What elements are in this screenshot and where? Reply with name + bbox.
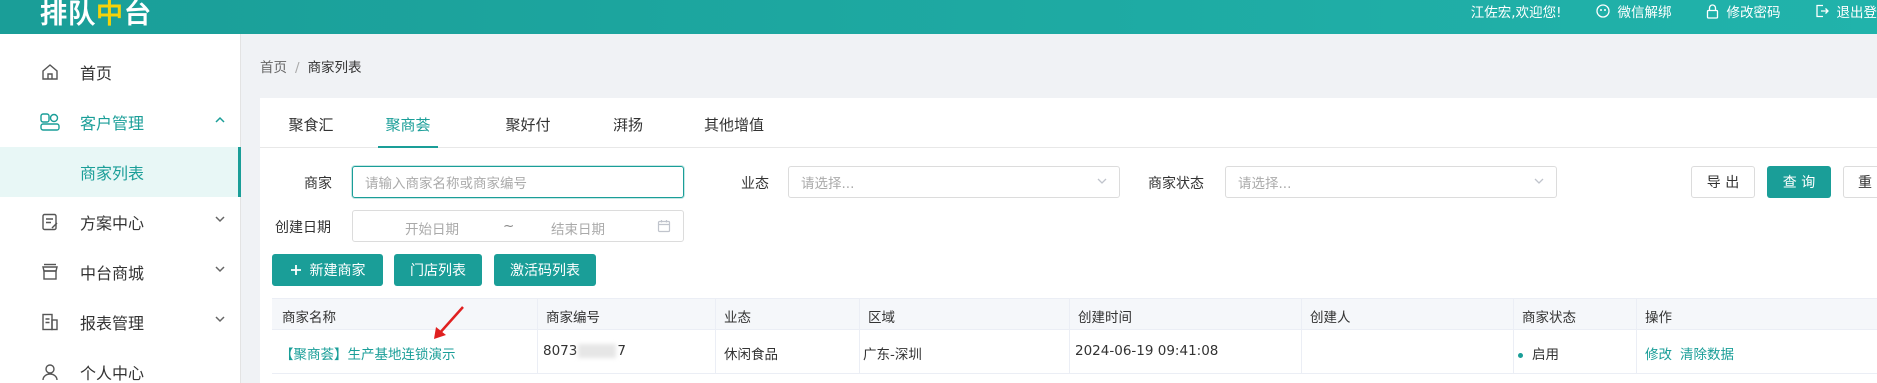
- column-header: 创建时间: [1078, 310, 1132, 326]
- breadcrumb-current: 商家列表: [307, 60, 362, 76]
- customers-icon: [40, 112, 60, 132]
- top-right-actions: 江佐宏,欢迎您! 微信解绑 修改密码 退出登: [1437, 0, 1877, 22]
- wechat-icon: [1595, 4, 1610, 18]
- row-actions: 修改 清除数据: [1645, 343, 1742, 363]
- export-button[interactable]: 导 出: [1691, 166, 1755, 198]
- sidebar: 首页 客户管理 商家列表 方案中心 中台商城 报表管理 个人中心: [0, 34, 241, 383]
- sidebar-item-plan-center[interactable]: 方案中心: [0, 197, 241, 247]
- logout-icon: [1815, 4, 1829, 18]
- breadcrumb-home[interactable]: 首页: [260, 60, 287, 76]
- edit-link[interactable]: 修改: [1645, 347, 1672, 363]
- sidebar-item-reports[interactable]: 报表管理: [0, 297, 241, 347]
- tab-bar: 聚食汇 聚商荟 聚好付 湃扬 其他增值: [260, 110, 1877, 148]
- store-icon: [40, 262, 60, 282]
- main-panel: 聚食汇 聚商荟 聚好付 湃扬 其他增值 商家 请输入商家名称或商家编号 业态 请…: [260, 98, 1877, 383]
- business-label: 业态: [741, 176, 769, 192]
- tab-paiyang[interactable]: 湃扬: [612, 110, 644, 148]
- reset-button[interactable]: 重: [1843, 166, 1877, 198]
- sidebar-item-home[interactable]: 首页: [0, 47, 241, 97]
- home-icon: [40, 62, 60, 82]
- top-bar: 排队中台 江佐宏,欢迎您! 微信解绑 修改密码 退出登: [0, 0, 1877, 34]
- chevron-down-icon: [215, 316, 225, 323]
- tab-juhaofu[interactable]: 聚好付: [505, 110, 551, 148]
- status-select[interactable]: 请选择...: [1225, 166, 1557, 198]
- chevron-down-icon: [215, 266, 225, 273]
- new-merchant-button[interactable]: 新建商家: [272, 254, 383, 286]
- breadcrumb: 首页 / 商家列表: [260, 56, 362, 76]
- sidebar-item-profile[interactable]: 个人中心: [0, 347, 241, 383]
- redacted-blur: [578, 344, 617, 358]
- column-header: 商家编号: [546, 310, 600, 326]
- sidebar-item-merchant-list[interactable]: 商家列表: [0, 147, 241, 197]
- tab-other-services[interactable]: 其他增值: [703, 110, 765, 148]
- calendar-icon: [657, 220, 671, 233]
- business-type: 休闲食品: [724, 347, 778, 363]
- status-dot: [1518, 352, 1523, 358]
- business-select[interactable]: 请选择...: [788, 166, 1120, 198]
- user-icon: [40, 362, 60, 382]
- activation-code-list-button[interactable]: 激活码列表: [494, 254, 596, 286]
- tab-jushihui[interactable]: 聚食汇: [288, 110, 334, 148]
- created-time: 2024-06-19 09:41:08: [1075, 343, 1219, 359]
- query-button[interactable]: 查 询: [1767, 166, 1831, 198]
- logout-link[interactable]: 退出登: [1815, 1, 1877, 21]
- date-range-separator: ~: [503, 218, 515, 234]
- merchant-search-input[interactable]: 请输入商家名称或商家编号: [352, 166, 684, 198]
- plan-icon: [40, 212, 60, 232]
- merchant-label: 商家: [304, 176, 332, 192]
- sidebar-item-mall[interactable]: 中台商城: [0, 247, 241, 297]
- lock-icon: [1706, 3, 1718, 19]
- column-header: 商家状态: [1522, 310, 1576, 326]
- breadcrumb-separator: /: [295, 60, 300, 76]
- column-header: 区域: [868, 310, 895, 326]
- annotation-arrow-icon: [434, 306, 464, 339]
- column-header: 商家名称: [282, 310, 336, 326]
- column-header: 操作: [1645, 310, 1672, 326]
- created-date-label: 创建日期: [275, 220, 331, 236]
- clear-data-link[interactable]: 清除数据: [1680, 347, 1734, 363]
- status-label: 商家状态: [1148, 176, 1204, 192]
- change-password-link[interactable]: 修改密码: [1706, 1, 1781, 21]
- chevron-down-icon: [1534, 178, 1544, 184]
- plus-icon: [290, 265, 301, 275]
- store-list-button[interactable]: 门店列表: [394, 254, 482, 286]
- logo: 排队中台: [40, 0, 152, 30]
- merchant-id: 8073 7: [543, 343, 626, 359]
- welcome-text: 江佐宏,欢迎您!: [1470, 5, 1562, 21]
- chevron-down-icon: [1097, 178, 1107, 184]
- status-badge: 启用: [1518, 343, 1559, 363]
- chevron-down-icon: [215, 216, 225, 223]
- region: 广东-深圳: [863, 347, 922, 363]
- wechat-unbind-link[interactable]: 微信解绑: [1595, 1, 1672, 21]
- start-date[interactable]: 开始日期: [405, 218, 459, 238]
- column-header: 创建人: [1310, 310, 1351, 326]
- sidebar-item-customers[interactable]: 客户管理: [0, 97, 241, 147]
- merchant-name-link[interactable]: 【聚商荟】生产基地连锁演示: [280, 343, 456, 363]
- chevron-up-icon: [215, 116, 225, 123]
- report-icon: [40, 312, 60, 332]
- tab-jushanghui[interactable]: 聚商荟: [378, 110, 438, 148]
- created-date-range[interactable]: 开始日期 ~ 结束日期: [352, 210, 684, 242]
- end-date[interactable]: 结束日期: [551, 218, 605, 238]
- column-header: 业态: [724, 310, 751, 326]
- table-row[interactable]: 【聚商荟】生产基地连锁演示 8073 7 休闲食品 广东-深圳 2024-06-1…: [272, 330, 1877, 374]
